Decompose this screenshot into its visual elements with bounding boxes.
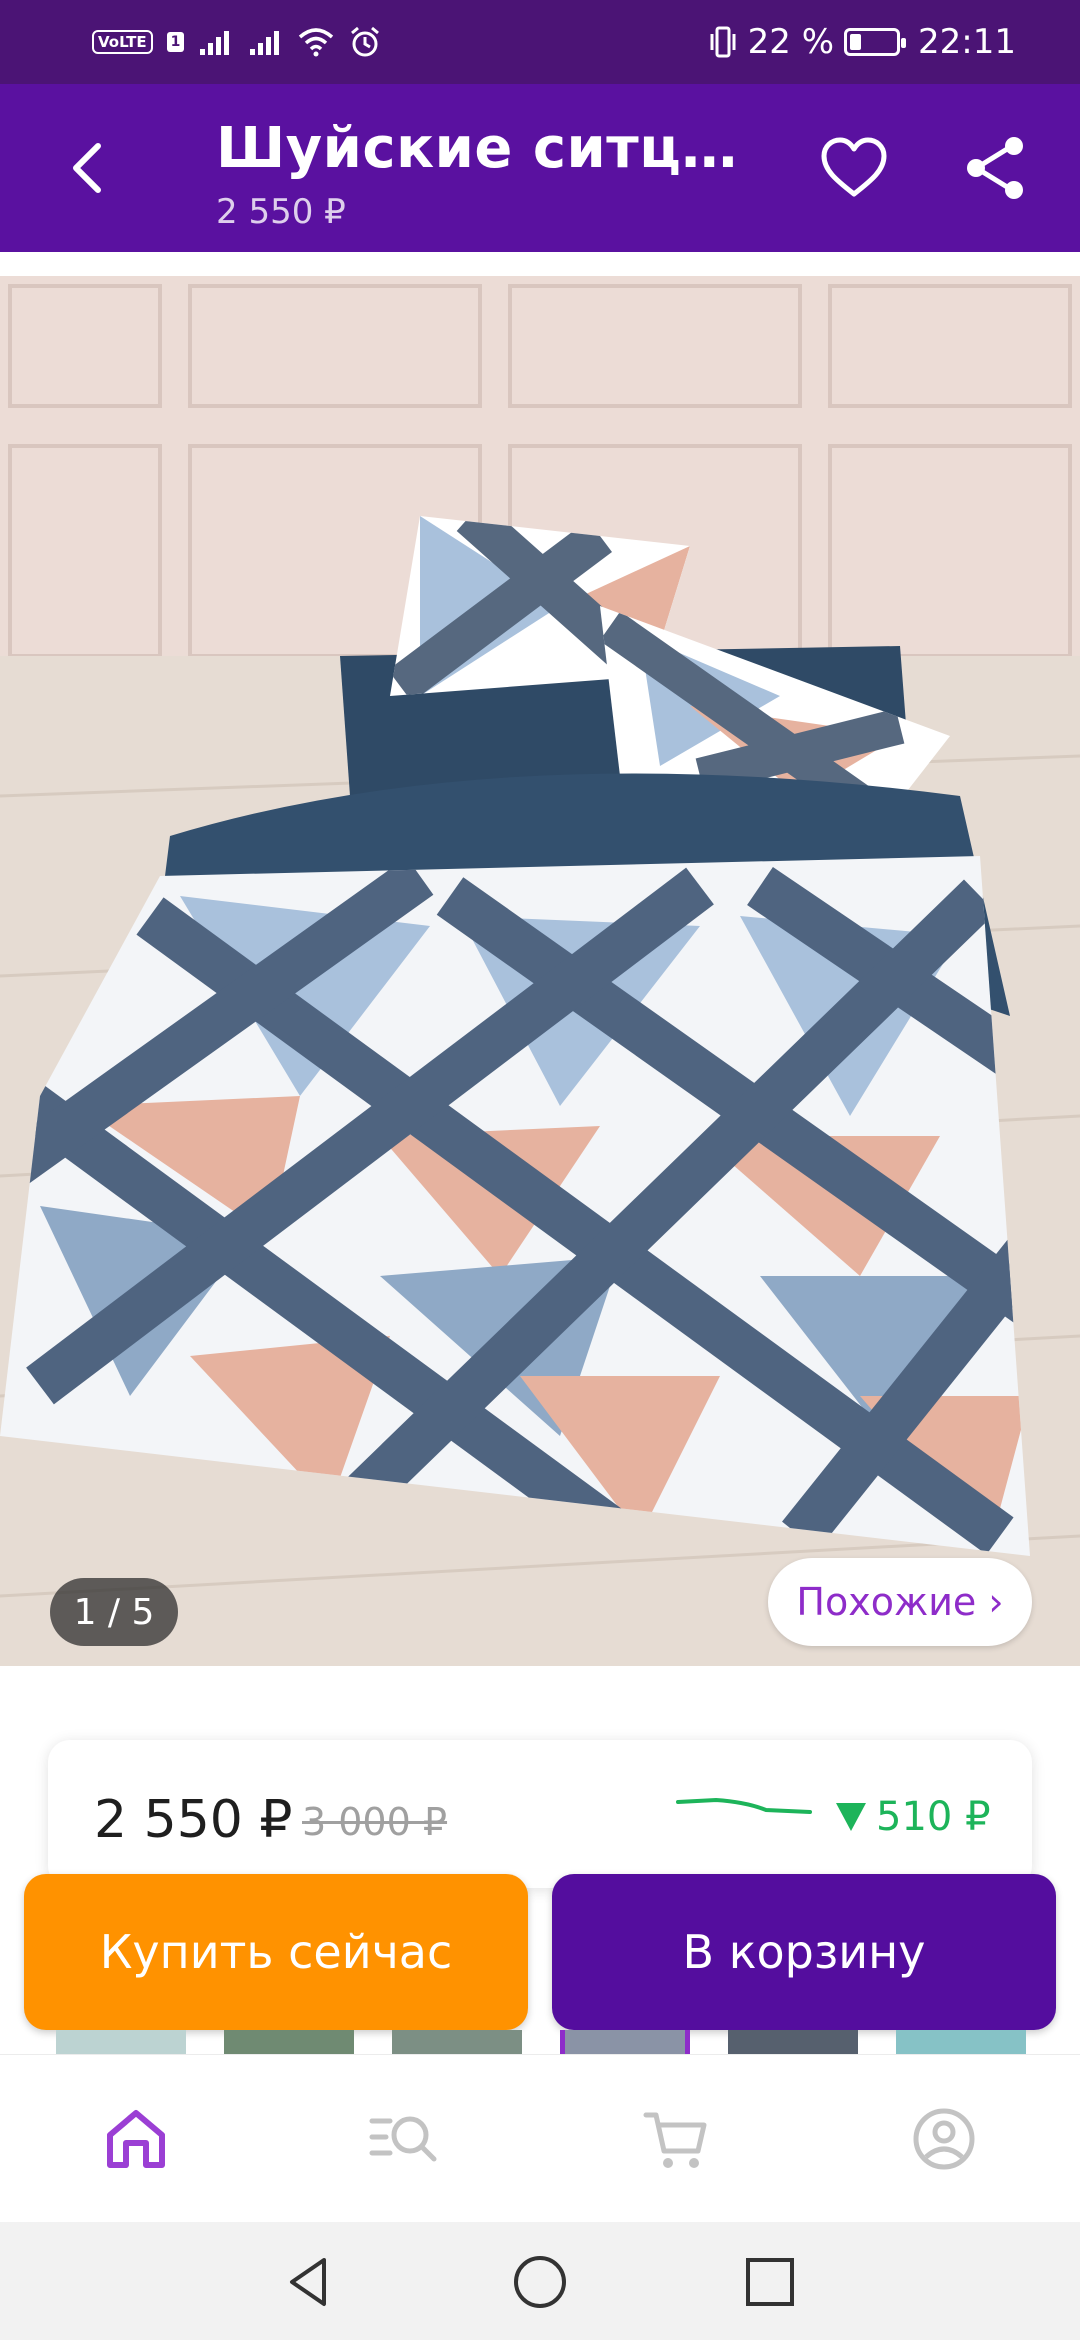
home-icon[interactable] bbox=[100, 2103, 172, 2175]
similar-thumb[interactable] bbox=[896, 2030, 1026, 2054]
system-recents-icon[interactable] bbox=[740, 2252, 800, 2312]
heart-icon[interactable] bbox=[816, 130, 892, 206]
sim-indicator: 1 bbox=[166, 32, 185, 52]
system-navigation-bar bbox=[0, 2222, 1080, 2340]
signal-icon bbox=[200, 31, 230, 55]
alarm-icon bbox=[351, 26, 380, 57]
share-icon[interactable] bbox=[958, 130, 1034, 206]
bottom-navigation bbox=[0, 2054, 1080, 2222]
cart-icon[interactable] bbox=[640, 2103, 712, 2175]
image-counter: 1 / 5 bbox=[50, 1578, 178, 1646]
similar-button[interactable]: Похожие › bbox=[768, 1558, 1032, 1646]
battery-level bbox=[850, 34, 862, 50]
similar-thumb[interactable] bbox=[560, 2030, 690, 2054]
product-image[interactable] bbox=[0, 276, 1080, 1666]
system-back-icon[interactable] bbox=[280, 2252, 340, 2312]
volte-indicator: VoLTE bbox=[92, 30, 153, 54]
signal-icon-2 bbox=[250, 31, 280, 55]
similar-thumb[interactable] bbox=[56, 2030, 186, 2054]
battery-icon bbox=[844, 28, 907, 56]
buy-now-button[interactable]: Купить сейчас bbox=[24, 1874, 528, 2030]
similar-thumb[interactable] bbox=[392, 2030, 522, 2054]
price-drop: 510 ₽ bbox=[836, 1794, 991, 1840]
app-bar: Шуйские ситцы ... 2 550 ₽ bbox=[0, 84, 1080, 252]
similar-thumb[interactable] bbox=[224, 2030, 354, 2054]
catalog-search-icon[interactable] bbox=[368, 2103, 440, 2175]
status-right: 22 % 22:11 bbox=[708, 18, 1016, 66]
page-subtitle-price: 2 550 ₽ bbox=[216, 192, 346, 232]
bedding-photo bbox=[0, 276, 1080, 1666]
status-bar: VoLTE 1 22 % 22:11 bbox=[0, 0, 1080, 84]
old-price: 3 000 ₽ bbox=[302, 1800, 448, 1844]
down-triangle-icon bbox=[836, 1803, 866, 1831]
price-trend-icon bbox=[676, 1797, 812, 1814]
back-arrow-icon[interactable] bbox=[52, 130, 128, 206]
add-to-cart-button[interactable]: В корзину bbox=[552, 1874, 1056, 2030]
system-home-icon[interactable] bbox=[510, 2252, 570, 2312]
profile-icon[interactable] bbox=[908, 2103, 980, 2175]
similar-thumb[interactable] bbox=[728, 2030, 858, 2054]
wifi-icon bbox=[299, 28, 334, 57]
price-card: 2 550 ₽ 3 000 ₽ 510 ₽ bbox=[48, 1740, 1032, 1888]
status-left: VoLTE 1 bbox=[92, 22, 382, 62]
battery-percent: 22 % bbox=[747, 22, 835, 62]
page-title: Шуйские ситцы ... bbox=[216, 116, 776, 181]
current-price: 2 550 ₽ bbox=[94, 1790, 293, 1850]
clock: 22:11 bbox=[918, 22, 1016, 62]
price-drop-amount: 510 ₽ bbox=[876, 1794, 991, 1840]
similar-products-strip bbox=[0, 2030, 1080, 2054]
vibrate-icon bbox=[710, 26, 736, 58]
